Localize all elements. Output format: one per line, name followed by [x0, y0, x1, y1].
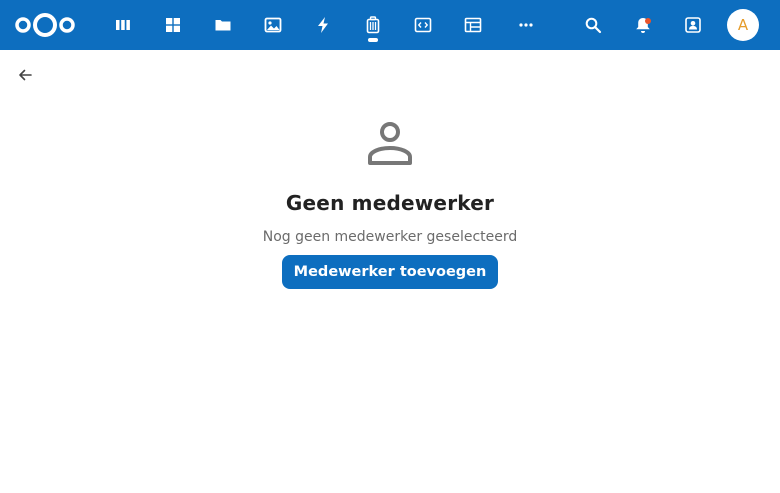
app-photos[interactable] [260, 12, 286, 38]
trash-bin-icon [366, 16, 380, 34]
dashboard-icon [116, 20, 130, 30]
app-activity[interactable] [310, 12, 336, 38]
active-app-indicator [368, 38, 378, 42]
person-icon [368, 122, 412, 165]
more-icon [519, 23, 533, 27]
app-code[interactable] [410, 12, 436, 38]
apps-grid-icon [166, 18, 180, 32]
notifications-button[interactable] [630, 12, 656, 38]
app-tables[interactable] [460, 12, 486, 38]
app-files[interactable] [210, 12, 236, 38]
folder-icon [215, 20, 231, 31]
search-icon [585, 17, 602, 34]
empty-description: Nog geen medewerker geselecteerd [262, 229, 518, 245]
contacts-button[interactable] [680, 12, 706, 38]
app-dashboard[interactable] [110, 12, 136, 38]
top-header: A [0, 0, 780, 50]
user-avatar[interactable]: A [727, 9, 759, 41]
empty-title: Geen medewerker [285, 191, 495, 215]
nextcloud-logo[interactable] [14, 11, 76, 39]
empty-content: Geen medewerker Nog geen medewerker gese… [0, 118, 780, 289]
lightning-icon [318, 17, 328, 33]
app-timemanager[interactable] [360, 12, 386, 38]
code-window-icon [414, 17, 432, 33]
contacts-icon [685, 17, 701, 33]
arrow-left-icon [19, 69, 32, 81]
app-grid[interactable] [160, 12, 186, 38]
add-employee-button[interactable]: Medewerker toevoegen [281, 255, 499, 289]
image-icon [264, 17, 282, 33]
back-button[interactable] [14, 64, 36, 86]
table-icon [464, 17, 482, 33]
search-button[interactable] [580, 12, 606, 38]
notification-badge [645, 18, 651, 24]
app-more[interactable] [513, 12, 539, 38]
